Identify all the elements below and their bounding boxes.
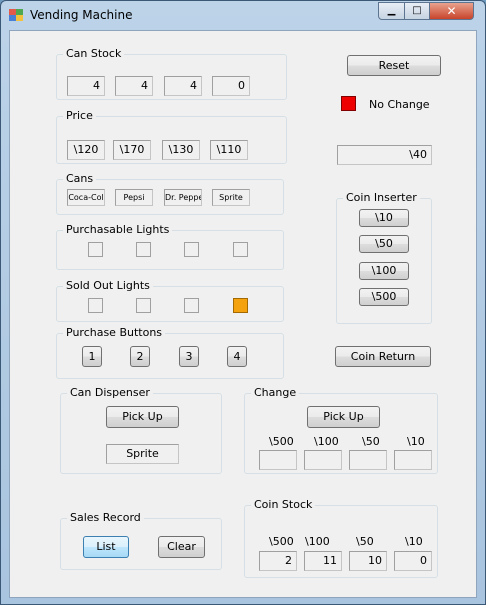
insert-500-button[interactable]: \500 (359, 288, 409, 306)
purchasable-light-1 (88, 242, 103, 257)
purchase-button-1[interactable]: 1 (82, 346, 102, 367)
vending-machine-window: Vending Machine ▁ □ ✕ Can Stock 4 4 4 0 … (0, 0, 486, 605)
insert-100-button[interactable]: \100 (359, 262, 409, 280)
can-stock-3: 4 (164, 76, 202, 96)
app-icon (9, 9, 23, 21)
purchasable-light-4 (233, 242, 248, 257)
close-button[interactable]: ✕ (429, 2, 474, 20)
price-label: Price (63, 109, 96, 122)
sold-out-light-1 (88, 298, 103, 313)
coin-inserter-label: Coin Inserter (343, 191, 420, 204)
insert-10-button[interactable]: \10 (359, 209, 409, 227)
change-50-label: \50 (362, 435, 380, 448)
sold-out-light-3 (184, 298, 199, 313)
form-client-area: Can Stock 4 4 4 0 Price \120 \170 \130 \… (9, 30, 477, 598)
purchase-buttons-label: Purchase Buttons (63, 326, 166, 339)
no-change-label: No Change (369, 98, 430, 111)
cans-label: Cans (63, 172, 97, 185)
change-500-label: \500 (269, 435, 294, 448)
change-500-value (259, 450, 297, 470)
sales-record-label: Sales Record (67, 511, 144, 524)
sold-out-light-2 (136, 298, 151, 313)
coin-stock-500-value: 2 (259, 551, 297, 571)
coin-stock-100-label: \100 (305, 535, 330, 548)
dispensed-can-display: Sprite (106, 444, 179, 464)
can-name-3: Dr. Peppe (164, 189, 202, 206)
change-label: Change (251, 386, 300, 399)
can-name-4: Sprite (212, 189, 250, 206)
coin-stock-100-value: 11 (304, 551, 342, 571)
purchase-button-4[interactable]: 4 (227, 346, 247, 367)
change-100-label: \100 (314, 435, 339, 448)
coin-stock-label: Coin Stock (251, 498, 316, 511)
coin-stock-50-value: 10 (349, 551, 387, 571)
can-dispenser-label: Can Dispenser (67, 386, 153, 399)
title-bar[interactable]: Vending Machine ▁ □ ✕ (1, 1, 485, 29)
coin-stock-500-label: \500 (269, 535, 294, 548)
change-10-label: \10 (407, 435, 425, 448)
coin-stock-10-value: 0 (394, 551, 432, 571)
change-100-value (304, 450, 342, 470)
can-pickup-button[interactable]: Pick Up (106, 406, 179, 428)
price-4: \110 (210, 140, 248, 160)
price-2: \170 (113, 140, 151, 160)
purchase-button-2[interactable]: 2 (130, 346, 150, 367)
can-stock-1: 4 (67, 76, 105, 96)
inserted-amount-display: \40 (337, 145, 432, 165)
coin-return-button[interactable]: Coin Return (335, 346, 431, 367)
change-50-value (349, 450, 387, 470)
insert-50-button[interactable]: \50 (359, 235, 409, 253)
purchasable-light-3 (184, 242, 199, 257)
purchasable-light-2 (136, 242, 151, 257)
purchase-button-3[interactable]: 3 (179, 346, 199, 367)
can-stock-label: Can Stock (63, 47, 125, 60)
can-stock-4: 0 (212, 76, 250, 96)
can-name-1: Coca-Col (67, 189, 105, 206)
purchasable-lights-label: Purchasable Lights (63, 223, 173, 236)
reset-button[interactable]: Reset (347, 55, 441, 76)
list-button[interactable]: List (83, 536, 129, 558)
price-3: \130 (162, 140, 200, 160)
sold-out-light-4 (233, 298, 248, 313)
window-title: Vending Machine (30, 8, 133, 22)
no-change-indicator (341, 96, 356, 111)
coin-stock-50-label: \50 (356, 535, 374, 548)
maximize-button[interactable]: □ (404, 2, 430, 20)
minimize-button[interactable]: ▁ (378, 2, 405, 20)
can-stock-2: 4 (115, 76, 153, 96)
coin-stock-10-label: \10 (405, 535, 423, 548)
clear-button[interactable]: Clear (158, 536, 205, 558)
price-1: \120 (67, 140, 105, 160)
sold-out-lights-label: Sold Out Lights (63, 279, 153, 292)
can-name-2: Pepsi (115, 189, 153, 206)
change-pickup-button[interactable]: Pick Up (307, 406, 380, 428)
change-10-value (394, 450, 432, 470)
